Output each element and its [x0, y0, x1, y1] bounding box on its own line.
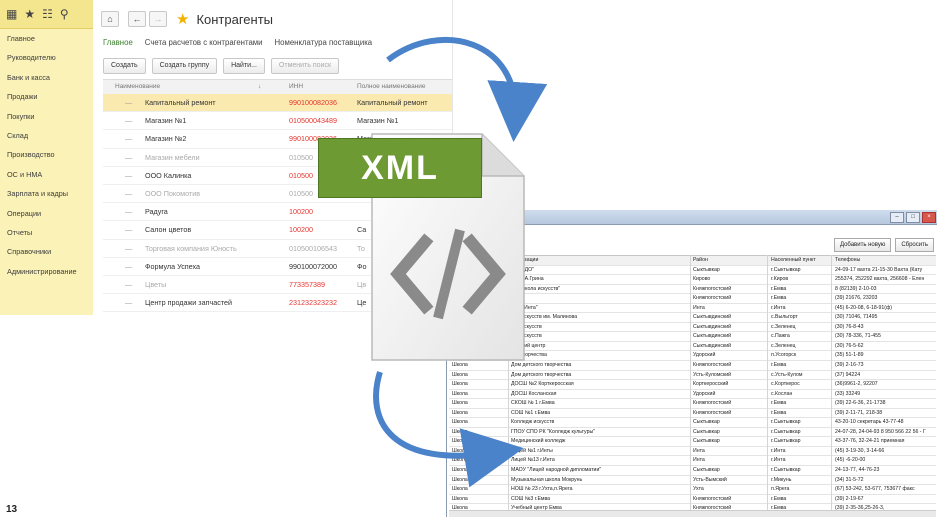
arrow-to-sheet [373, 371, 524, 488]
flow-arrows [373, 37, 548, 488]
arrow-to-xml [386, 37, 548, 142]
page-number: 13 [6, 504, 18, 515]
